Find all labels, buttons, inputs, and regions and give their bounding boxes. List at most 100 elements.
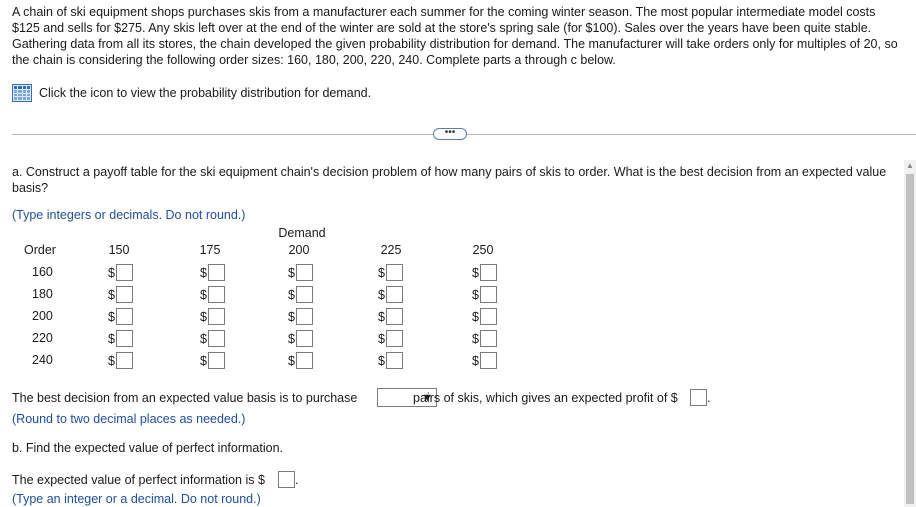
- payoff-input[interactable]: [479, 308, 497, 325]
- payoff-input[interactable]: [385, 330, 403, 347]
- payoff-cell: $: [472, 308, 497, 325]
- payoff-cell: $: [288, 286, 313, 303]
- payoff-input[interactable]: [479, 330, 497, 347]
- order-size-label: 200: [32, 309, 53, 323]
- currency-symbol: $: [378, 309, 385, 324]
- problem-statement: A chain of ski equipment shops purchases…: [12, 5, 898, 67]
- payoff-cell: $: [472, 352, 497, 369]
- currency-symbol: $: [472, 309, 479, 324]
- part-b-question: b. Find the expected value of perfect in…: [12, 441, 283, 455]
- scroll-thumb[interactable]: [906, 174, 914, 504]
- table-icon[interactable]: [12, 84, 32, 102]
- payoff-cell: $: [472, 330, 497, 347]
- order-header: Order: [24, 243, 56, 257]
- payoff-cell: $: [288, 308, 313, 325]
- payoff-input[interactable]: [295, 308, 313, 325]
- currency-symbol: $: [108, 287, 115, 302]
- decision-text-after: pairs of skis, which gives an expected p…: [413, 391, 678, 405]
- payoff-cell: $: [108, 264, 133, 281]
- payoff-input[interactable]: [295, 352, 313, 369]
- currency-symbol: $: [200, 287, 207, 302]
- payoff-cell: $: [378, 286, 403, 303]
- part-b-instruction: (Type an integer or a decimal. Do not ro…: [12, 492, 261, 506]
- demand-header: Demand: [278, 226, 326, 240]
- currency-symbol: $: [378, 353, 385, 368]
- rounding-note: (Round to two decimal places as needed.): [12, 412, 246, 426]
- payoff-input[interactable]: [479, 286, 497, 303]
- payoff-cell: $: [108, 308, 133, 325]
- payoff-cell: $: [378, 264, 403, 281]
- evpi-period: .: [295, 473, 299, 487]
- payoff-input[interactable]: [115, 352, 133, 369]
- decision-period: .: [707, 391, 711, 405]
- payoff-cell: $: [378, 352, 403, 369]
- currency-symbol: $: [200, 353, 207, 368]
- distribution-icon-link[interactable]: Click the icon to view the probability d…: [12, 84, 371, 102]
- payoff-input[interactable]: [115, 330, 133, 347]
- currency-symbol: $: [108, 309, 115, 324]
- currency-symbol: $: [108, 331, 115, 346]
- payoff-cell: $: [288, 330, 313, 347]
- payoff-cell: $: [200, 286, 225, 303]
- currency-symbol: $: [288, 331, 295, 346]
- payoff-cell: $: [200, 330, 225, 347]
- payoff-input[interactable]: [207, 264, 225, 281]
- demand-level-header: 150: [108, 243, 130, 257]
- currency-symbol: $: [200, 309, 207, 324]
- payoff-input[interactable]: [385, 286, 403, 303]
- currency-symbol: $: [200, 265, 207, 280]
- icon-link-text: Click the icon to view the probability d…: [39, 86, 372, 100]
- payoff-input[interactable]: [385, 264, 403, 281]
- payoff-input[interactable]: [207, 352, 225, 369]
- payoff-input[interactable]: [479, 352, 497, 369]
- currency-symbol: $: [200, 331, 207, 346]
- currency-symbol: $: [378, 265, 385, 280]
- expand-more-button[interactable]: •••: [433, 128, 467, 140]
- part-a-question: a. Construct a payoff table for the ski …: [12, 165, 887, 195]
- demand-level-header: 200: [288, 243, 310, 257]
- currency-symbol: $: [108, 353, 115, 368]
- payoff-cell: $: [108, 330, 133, 347]
- payoff-cell: $: [200, 308, 225, 325]
- decision-text-before: The best decision from an expected value…: [12, 391, 358, 405]
- payoff-cell: $: [108, 352, 133, 369]
- payoff-input[interactable]: [207, 330, 225, 347]
- order-size-label: 240: [32, 353, 53, 367]
- order-size-label: 220: [32, 331, 53, 345]
- currency-symbol: $: [288, 287, 295, 302]
- payoff-input[interactable]: [385, 308, 403, 325]
- currency-symbol: $: [288, 265, 295, 280]
- currency-symbol: $: [108, 265, 115, 280]
- currency-symbol: $: [472, 331, 479, 346]
- payoff-input[interactable]: [295, 286, 313, 303]
- part-a-instruction: (Type integers or decimals. Do not round…: [12, 208, 246, 222]
- payoff-input[interactable]: [115, 264, 133, 281]
- demand-level-header: 175: [199, 243, 221, 257]
- currency-symbol: $: [288, 309, 295, 324]
- payoff-input[interactable]: [479, 264, 497, 281]
- order-size-label: 160: [32, 265, 53, 279]
- payoff-input[interactable]: [385, 352, 403, 369]
- currency-symbol: $: [378, 287, 385, 302]
- payoff-input[interactable]: [207, 308, 225, 325]
- payoff-input[interactable]: [295, 330, 313, 347]
- currency-symbol: $: [472, 353, 479, 368]
- payoff-cell: $: [200, 352, 225, 369]
- payoff-cell: $: [288, 264, 313, 281]
- scroll-up-icon[interactable]: ▲: [904, 160, 916, 172]
- order-size-label: 180: [32, 287, 53, 301]
- payoff-cell: $: [378, 330, 403, 347]
- payoff-input[interactable]: [295, 264, 313, 281]
- payoff-input[interactable]: [115, 308, 133, 325]
- currency-symbol: $: [378, 331, 385, 346]
- vertical-scrollbar[interactable]: ▲: [904, 160, 916, 507]
- payoff-input[interactable]: [115, 286, 133, 303]
- payoff-cell: $: [472, 286, 497, 303]
- evpi-input[interactable]: [278, 471, 295, 488]
- payoff-cell: $: [108, 286, 133, 303]
- payoff-cell: $: [472, 264, 497, 281]
- payoff-input[interactable]: [207, 286, 225, 303]
- demand-level-header: 225: [380, 243, 402, 257]
- expected-profit-input[interactable]: [690, 389, 707, 406]
- payoff-cell: $: [200, 264, 225, 281]
